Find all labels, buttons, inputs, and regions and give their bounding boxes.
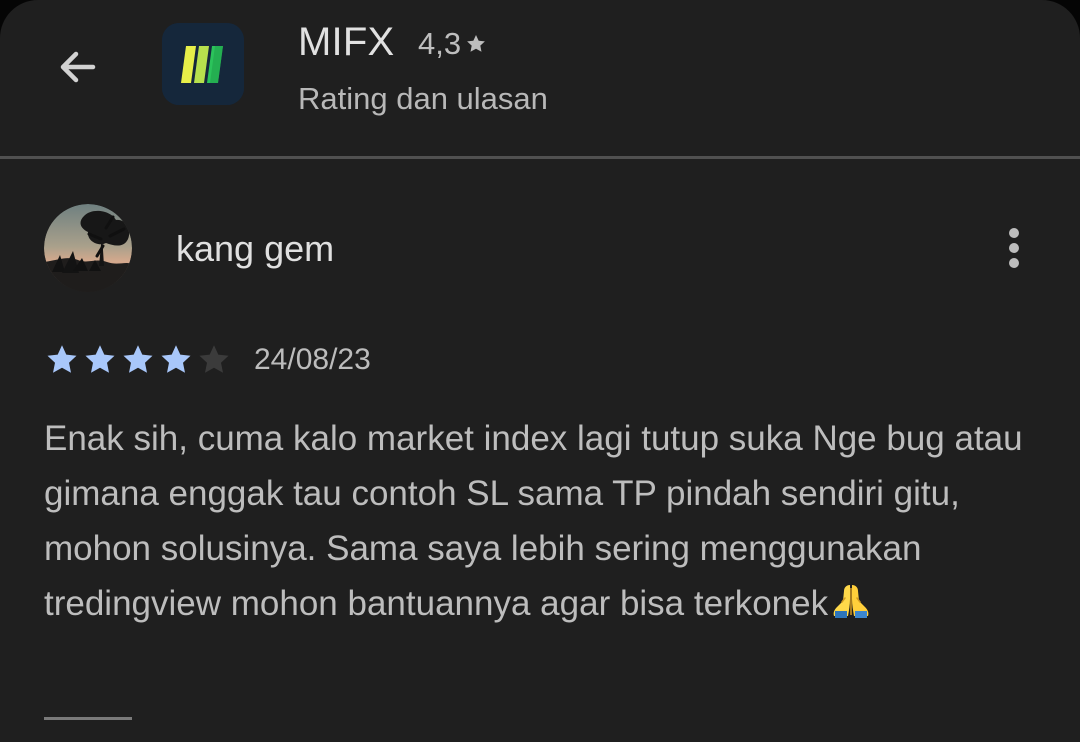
- arrow-back-icon: [60, 51, 96, 83]
- app-rating: 4,3: [418, 24, 487, 64]
- filled-star-icon: [47, 345, 77, 373]
- page-subtitle: Rating dan ulasan: [298, 81, 548, 116]
- filled-star-icon: [123, 345, 153, 373]
- app-name: MIFX: [298, 20, 395, 64]
- reviewer-avatar[interactable]: [44, 204, 132, 292]
- mifx-logo-icon: [162, 23, 244, 105]
- filled-star-icon: [85, 345, 115, 373]
- review-footer-divider: [44, 717, 132, 720]
- more-options-button[interactable]: [990, 220, 1038, 276]
- app-rating-value: 4,3: [418, 26, 462, 61]
- review-date: 24/08/23: [254, 343, 371, 376]
- review-body: Enak sih, cuma kalo market index lagi tu…: [44, 419, 1023, 623]
- star-icon: [467, 35, 486, 52]
- reviewer-name: kang gem: [176, 228, 335, 269]
- back-button[interactable]: [46, 36, 108, 98]
- folded-hands-icon: [833, 585, 869, 618]
- filled-star-icon: [161, 345, 191, 373]
- more-vertical-icon: [1009, 228, 1019, 268]
- review-rating-row: 24/08/23: [44, 340, 371, 380]
- mifx-app-icon[interactable]: [162, 23, 244, 105]
- app-reviews-screen: MIFX 4,3 Rating dan ulasan kang gem 24/0…: [0, 0, 1080, 742]
- sunset-tree-avatar: [44, 204, 132, 292]
- review-text: Enak sih, cuma kalo market index lagi tu…: [44, 411, 1044, 631]
- empty-star-icon: [199, 345, 229, 373]
- review-star-rating: [44, 342, 232, 378]
- header-divider: [0, 156, 1080, 159]
